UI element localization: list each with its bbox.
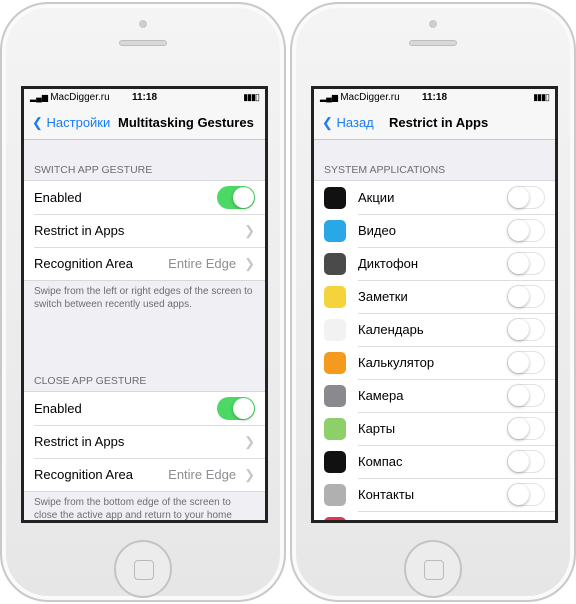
recognition-area-row[interactable]: Recognition Area Entire Edge ❯ xyxy=(24,247,265,280)
app-name: Акции xyxy=(358,190,395,205)
app-row: Карты xyxy=(314,412,555,445)
app-row: Калькулятор xyxy=(314,346,555,379)
chevron-right-icon: ❯ xyxy=(244,466,255,482)
enabled-row: Enabled xyxy=(24,392,265,425)
calendar-icon xyxy=(324,318,346,341)
status-bar: ▂▄▆ MacDigger.ru 11:18 ▮▮▮▯ xyxy=(314,89,555,106)
section-header: SWITCH APP GESTURE xyxy=(34,164,153,176)
voice-memos-icon xyxy=(324,252,346,275)
chevron-right-icon: ❯ xyxy=(244,255,255,271)
row-label: Enabled xyxy=(34,401,82,416)
clock: 11:18 xyxy=(421,92,448,103)
app-toggle[interactable] xyxy=(507,384,545,407)
app-toggle[interactable] xyxy=(507,483,545,506)
back-label: Настройки xyxy=(46,115,111,130)
back-button[interactable]: ❮ Назад xyxy=(322,115,374,131)
app-toggle[interactable] xyxy=(507,450,545,473)
app-row: Календарь xyxy=(314,313,555,346)
videos-icon xyxy=(324,219,346,242)
row-label: Enabled xyxy=(34,190,82,205)
compass-icon xyxy=(324,450,346,473)
page-title: Multitasking Gestures xyxy=(118,115,254,130)
app-toggle[interactable] xyxy=(507,186,545,209)
calculator-icon xyxy=(324,351,346,374)
front-camera xyxy=(139,20,147,28)
app-name: Заметки xyxy=(358,289,408,304)
section-footer: Swipe from the left or right edges of th… xyxy=(34,286,253,310)
app-icon xyxy=(324,516,346,520)
app-name: Видео xyxy=(358,223,396,238)
settings-group: Enabled Restrict in Apps ❯ Recognition Ar… xyxy=(24,180,265,281)
app-row: Камера xyxy=(314,379,555,412)
home-button[interactable] xyxy=(404,540,462,598)
app-toggle[interactable] xyxy=(507,252,545,275)
app-row: Диктофон xyxy=(314,247,555,280)
settings-group: Enabled Restrict in Apps ❯ Recognition Ar… xyxy=(24,391,265,492)
app-toggle[interactable] xyxy=(507,351,545,374)
chevron-left-icon: ❮ xyxy=(32,115,47,130)
camera-icon xyxy=(324,384,346,407)
app-name: Карты xyxy=(358,421,396,436)
row-label: Recognition Area xyxy=(34,467,134,482)
app-row: Акции xyxy=(314,181,555,214)
app-name: Календарь xyxy=(358,322,424,337)
notes-icon xyxy=(324,285,346,308)
enabled-row: Enabled xyxy=(24,181,265,214)
app-row xyxy=(314,511,555,520)
app-row: Компас xyxy=(314,445,555,478)
row-value: Entire Edge xyxy=(168,467,237,482)
nav-bar: ❮ Назад Restrict in Apps xyxy=(314,106,555,140)
restrict-in-apps-row[interactable]: Restrict in Apps ❯ xyxy=(24,425,265,458)
front-camera xyxy=(429,20,437,28)
app-name: Контакты xyxy=(358,487,415,502)
speaker xyxy=(119,40,167,46)
app-row: Видео xyxy=(314,214,555,247)
chevron-right-icon: ❯ xyxy=(244,222,255,238)
app-row: Заметки xyxy=(314,280,555,313)
enabled-toggle[interactable] xyxy=(217,186,255,209)
row-label: Restrict in Apps xyxy=(34,223,125,238)
status-bar: ▂▄▆ MacDigger.ru 11:18 ▮▮▮▯ xyxy=(24,89,265,106)
app-toggle[interactable] xyxy=(507,285,545,308)
enabled-toggle[interactable] xyxy=(217,397,255,420)
clock: 11:18 xyxy=(131,92,158,103)
section-header: SYSTEM APPLICATIONS xyxy=(324,164,446,176)
row-label: Restrict in Apps xyxy=(34,434,125,449)
speaker xyxy=(409,40,457,46)
back-label: Назад xyxy=(336,115,374,130)
back-button[interactable]: ❮ Настройки xyxy=(32,115,110,131)
section-header: CLOSE APP GESTURE xyxy=(34,375,147,387)
app-toggle[interactable] xyxy=(507,318,545,341)
page-title: Restrict in Apps xyxy=(389,115,489,130)
recognition-area-row[interactable]: Recognition Area Entire Edge ❯ xyxy=(24,458,265,491)
chevron-right-icon: ❯ xyxy=(244,433,255,449)
app-toggle[interactable] xyxy=(507,417,545,440)
app-name: Калькулятор xyxy=(358,355,435,370)
row-value: Entire Edge xyxy=(168,256,237,271)
nav-bar: ❮ Настройки Multitasking Gestures xyxy=(24,106,265,140)
section-footer: Swipe from the bottom edge of the screen… xyxy=(34,497,232,521)
stocks-icon xyxy=(324,186,346,209)
right-iphone: ▂▄▆ MacDigger.ru 11:18 ▮▮▮▯ ❮ Назад Restri… xyxy=(290,2,576,602)
app-row: Контакты xyxy=(314,478,555,511)
left-iphone: ▂▄▆ MacDigger.ru 11:18 ▮▮▮▯ ❮ Настройки Mu… xyxy=(0,2,286,602)
left-screen: ▂▄▆ MacDigger.ru 11:18 ▮▮▮▯ ❮ Настройки Mu… xyxy=(21,86,268,523)
maps-icon xyxy=(324,417,346,440)
restrict-in-apps-row[interactable]: Restrict in Apps ❯ xyxy=(24,214,265,247)
chevron-left-icon: ❮ xyxy=(322,115,337,130)
app-name: Компас xyxy=(358,454,403,469)
apps-list: Акции Видео Диктофон Заметки Календарь Кальку… xyxy=(314,180,555,520)
app-name: Диктофон xyxy=(358,256,419,271)
app-name: Камера xyxy=(358,388,404,403)
row-label: Recognition Area xyxy=(34,256,134,271)
right-screen: ▂▄▆ MacDigger.ru 11:18 ▮▮▮▯ ❮ Назад Restri… xyxy=(311,86,558,523)
home-button[interactable] xyxy=(114,540,172,598)
app-toggle[interactable] xyxy=(507,219,545,242)
contacts-icon xyxy=(324,483,346,506)
